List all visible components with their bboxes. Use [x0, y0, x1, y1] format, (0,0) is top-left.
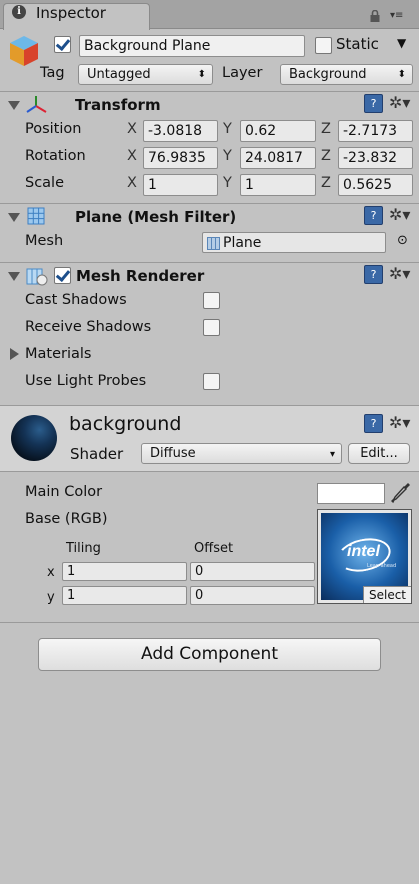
transform-fold-icon[interactable]: [8, 101, 20, 110]
position-y-field[interactable]: 0.62: [240, 120, 316, 142]
material-gear-icon[interactable]: ✲▾: [389, 414, 410, 432]
material-help-icon[interactable]: ?: [364, 414, 383, 433]
shader-value: Diffuse: [150, 446, 196, 461]
lock-icon[interactable]: [370, 10, 380, 22]
mesh-renderer-gear-icon[interactable]: ✲▾: [389, 265, 410, 283]
tag-dropdown-arrow-icon: ⬍: [197, 69, 206, 80]
position-x-field[interactable]: -3.0818: [143, 120, 218, 142]
eyedropper-icon[interactable]: [391, 481, 411, 505]
use-light-probes-checkbox[interactable]: [203, 373, 220, 390]
main-color-label: Main Color: [25, 484, 103, 500]
shader-label: Shader: [70, 445, 124, 463]
mesh-object-field[interactable]: Plane: [202, 232, 386, 253]
divider: [0, 203, 419, 204]
rotation-y-axis[interactable]: Y: [223, 148, 232, 164]
layer-dropdown-arrow-icon: ⬍: [397, 69, 406, 80]
cast-shadows-checkbox[interactable]: [203, 292, 220, 309]
receive-shadows-label: Receive Shadows: [25, 319, 152, 335]
rotation-x-field[interactable]: 76.9835: [143, 147, 218, 169]
main-color-swatch[interactable]: [317, 483, 385, 504]
tiling-label: Tiling: [66, 541, 101, 556]
divider: [0, 91, 419, 92]
mesh-label: Mesh: [25, 233, 64, 249]
offset-x-field[interactable]: 0: [190, 562, 315, 581]
mesh-filter-help-icon[interactable]: ?: [364, 206, 383, 225]
divider: [0, 622, 419, 623]
shader-dropdown-arrow-icon: ▾: [329, 449, 335, 460]
mesh-value: Plane: [223, 235, 262, 251]
transform-axes-icon: [26, 96, 47, 113]
divider: [0, 471, 419, 472]
offset-y-field[interactable]: 0: [190, 586, 315, 605]
active-checkbox[interactable]: [54, 36, 71, 53]
tiling-row-x-label: x: [47, 565, 55, 580]
position-x-axis[interactable]: X: [127, 121, 137, 137]
tiling-y-field[interactable]: 1: [62, 586, 187, 605]
transform-gear-icon[interactable]: ✲▾: [389, 94, 410, 112]
panel-menu-icon[interactable]: ▾≡: [390, 10, 412, 22]
mesh-object-picker-icon[interactable]: ⊙: [397, 233, 408, 248]
tiling-x-field[interactable]: 1: [62, 562, 187, 581]
base-rgb-label: Base (RGB): [25, 511, 108, 527]
static-dropdown-arrow-icon[interactable]: ▼: [397, 36, 406, 50]
position-label: Position: [25, 121, 82, 137]
scale-y-field[interactable]: 1: [240, 174, 316, 196]
materials-label[interactable]: Materials: [25, 346, 91, 362]
scale-z-field[interactable]: 0.5625: [338, 174, 413, 196]
scale-z-axis[interactable]: Z: [321, 175, 331, 191]
scale-x-field[interactable]: 1: [143, 174, 218, 196]
intel-logo-text: intel: [347, 543, 380, 560]
intel-logo-tagline: Leap ahead: [367, 563, 397, 569]
edit-shader-button[interactable]: Edit...: [348, 443, 410, 464]
tiling-row-y-label: y: [47, 590, 55, 605]
material-preview-sphere: [11, 415, 57, 461]
rotation-x-axis[interactable]: X: [127, 148, 137, 164]
mesh-filter-grid-icon: [27, 207, 45, 225]
material-name: background: [69, 413, 182, 435]
mesh-renderer-enabled-checkbox[interactable]: [54, 267, 71, 284]
use-light-probes-label: Use Light Probes: [25, 373, 147, 389]
layer-dropdown[interactable]: Background ⬍: [280, 64, 413, 85]
transform-help-icon[interactable]: ?: [364, 94, 383, 113]
mesh-renderer-title: Mesh Renderer: [76, 267, 205, 285]
tag-label: Tag: [40, 65, 65, 81]
scale-y-axis[interactable]: Y: [223, 175, 232, 191]
mesh-asset-icon: [207, 237, 220, 250]
texture-select-button[interactable]: Select: [363, 586, 411, 603]
position-z-axis[interactable]: Z: [321, 121, 331, 137]
mesh-filter-title: Plane (Mesh Filter): [75, 208, 237, 226]
tag-dropdown[interactable]: Untagged ⬍: [78, 64, 213, 85]
scale-label: Scale: [25, 175, 65, 191]
rotation-y-field[interactable]: 24.0817: [240, 147, 316, 169]
mesh-renderer-help-icon[interactable]: ?: [364, 265, 383, 284]
rotation-label: Rotation: [25, 148, 86, 164]
materials-fold-icon[interactable]: [10, 348, 19, 360]
rotation-z-axis[interactable]: Z: [321, 148, 331, 164]
mesh-renderer-fold-icon[interactable]: [8, 272, 20, 281]
tag-value: Untagged: [87, 67, 151, 82]
add-component-button[interactable]: Add Component: [38, 638, 381, 671]
static-checkbox[interactable]: [315, 37, 332, 54]
transform-title: Transform: [75, 96, 161, 114]
rotation-z-field[interactable]: -23.832: [338, 147, 413, 169]
texture-slot[interactable]: intel Leap ahead Select: [317, 509, 412, 604]
position-z-field[interactable]: -2.7173: [338, 120, 413, 142]
mesh-renderer-icon: [26, 268, 48, 286]
mesh-filter-gear-icon[interactable]: ✲▾: [389, 206, 410, 224]
cast-shadows-label: Cast Shadows: [25, 292, 127, 308]
offset-label: Offset: [194, 541, 234, 556]
object-name-field[interactable]: Background Plane: [79, 35, 305, 57]
layer-value: Background: [289, 67, 367, 82]
gameobject-cube-icon: [10, 36, 38, 66]
info-icon: i: [12, 5, 26, 19]
divider: [0, 262, 419, 263]
layer-label: Layer: [222, 65, 263, 81]
receive-shadows-checkbox[interactable]: [203, 319, 220, 336]
position-y-axis[interactable]: Y: [223, 121, 232, 137]
tab-inspector-label: Inspector: [36, 4, 106, 22]
static-label: Static: [336, 35, 379, 53]
scale-x-axis[interactable]: X: [127, 175, 137, 191]
shader-dropdown[interactable]: Diffuse ▾: [141, 443, 342, 464]
mesh-filter-fold-icon[interactable]: [8, 213, 20, 222]
